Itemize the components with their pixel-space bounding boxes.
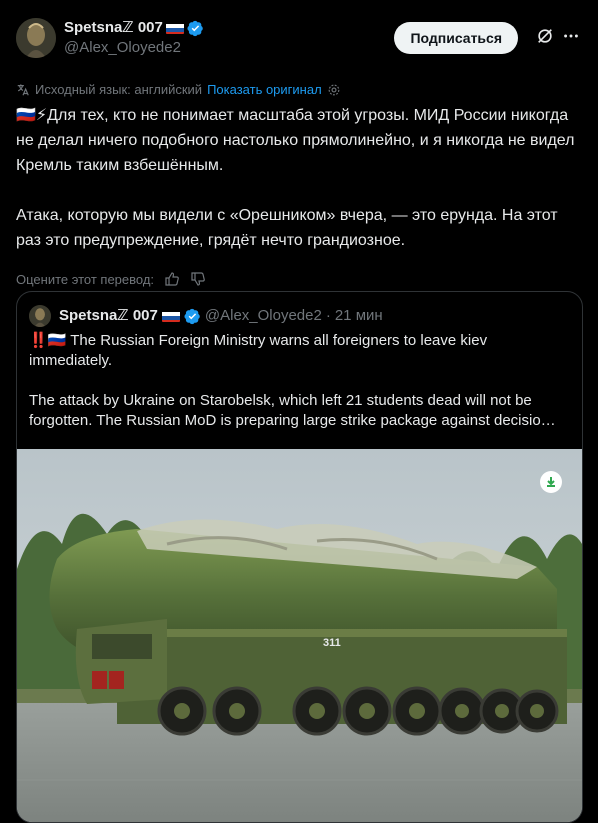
verified-badge-icon (184, 308, 200, 324)
author-display-name[interactable]: Spetsnaℤ 007 (64, 18, 163, 38)
thumbs-up-icon[interactable] (164, 271, 180, 287)
quoted-author-handle: @Alex_Oloyede2 (204, 307, 322, 324)
download-icon[interactable] (540, 471, 562, 493)
post-container: Spetsnaℤ 007 @Alex_Oloyede2 Подписаться … (0, 0, 598, 823)
thumbs-down-icon[interactable] (190, 271, 206, 287)
quoted-post-text: ‼️🇷🇺 The Russian Foreign Ministry warns … (17, 327, 582, 431)
quoted-paragraph-1: ‼️🇷🇺 The Russian Foreign Ministry warns … (29, 332, 488, 369)
author-names: Spetsnaℤ 007 @Alex_Oloyede2 (64, 18, 394, 58)
source-language-text: Исходный язык: английский (35, 82, 203, 97)
post-body: 🇷🇺⚡Для тех, кто не понимает масштаба это… (16, 103, 582, 253)
quoted-post[interactable]: Spetsnaℤ 007 @Alex_Oloyede2 · 21 мин ‼️🇷… (16, 291, 583, 823)
author-handle[interactable]: @Alex_Oloyede2 (64, 38, 394, 58)
vehicle-number: 311 (323, 637, 341, 649)
quoted-paragraph-2: The attack by Ukraine on Starobelsk, whi… (29, 392, 556, 429)
author-avatar[interactable] (16, 18, 56, 58)
rate-translation-label: Оцените этот перевод: (16, 271, 155, 287)
translate-icon (17, 83, 29, 95)
quoted-author-avatar (29, 305, 51, 327)
verified-badge-icon (187, 20, 203, 36)
post-paragraph-2: Атака, которую мы видели с «Орешником» в… (16, 207, 558, 249)
grok-icon[interactable] (534, 27, 556, 50)
quoted-post-header: Spetsnaℤ 007 @Alex_Oloyede2 · 21 мин (17, 292, 582, 327)
missile-launcher-image[interactable]: 311 (17, 449, 582, 822)
more-icon[interactable] (560, 27, 582, 50)
show-original-link[interactable]: Показать оригинал (207, 82, 322, 97)
author-name-row[interactable]: Spetsnaℤ 007 (64, 18, 394, 38)
quoted-post-time: 21 мин (334, 307, 383, 324)
ru-flag-icon (161, 310, 180, 322)
quoted-author-name: Spetsnaℤ 007 (59, 307, 158, 324)
translation-bar: Исходный язык: английский Показать ориги… (16, 82, 582, 97)
meta-separator: · (325, 307, 331, 324)
follow-button[interactable]: Подписаться (394, 22, 518, 54)
post-paragraph-1: 🇷🇺⚡Для тех, кто не понимает масштаба это… (16, 107, 575, 174)
settings-gear-icon[interactable] (327, 83, 341, 97)
rate-translation: Оцените этот перевод: (16, 271, 582, 287)
ru-flag-icon (165, 22, 184, 34)
post-header: Spetsnaℤ 007 @Alex_Oloyede2 Подписаться (16, 16, 582, 60)
